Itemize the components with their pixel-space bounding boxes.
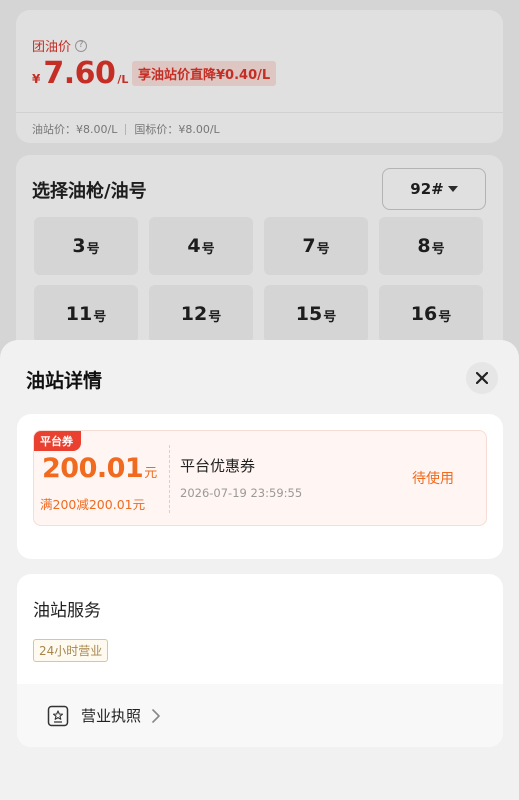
chevron-right-icon (152, 708, 160, 723)
coupon-expire-time: 2026-07-19 23:59:55 (180, 486, 303, 500)
coupon-name: 平台优惠券 (180, 457, 256, 475)
business-license-row[interactable]: 营业执照 (17, 684, 503, 747)
service-tag: 24小时营业 (33, 639, 109, 662)
station-detail-sheet: 油站详情 平台券 200.01 元 满200减200.01元 平台优惠券 202… (0, 340, 519, 800)
license-icon (47, 705, 69, 726)
coupon-status: 待使用 (412, 471, 454, 487)
coupon[interactable]: 平台券 200.01 元 满200减200.01元 平台优惠券 2026-07-… (33, 430, 487, 526)
service-card: 油站服务 24小时营业 营业执照 (17, 574, 503, 747)
license-label: 营业执照 (81, 707, 142, 725)
coupon-card: 平台券 200.01 元 满200减200.01元 平台优惠券 2026-07-… (17, 414, 503, 559)
coupon-amount-unit: 元 (144, 466, 158, 481)
close-button[interactable] (466, 362, 498, 394)
coupon-amount: 200.01 元 (42, 453, 157, 484)
coupon-divider (169, 445, 170, 513)
service-title: 油站服务 (33, 601, 101, 621)
coupon-rule: 满200减200.01元 (40, 497, 146, 512)
coupon-tag: 平台券 (34, 431, 81, 451)
close-icon (476, 372, 488, 384)
sheet-title: 油站详情 (26, 370, 103, 392)
coupon-amount-value: 200.01 (42, 453, 144, 484)
